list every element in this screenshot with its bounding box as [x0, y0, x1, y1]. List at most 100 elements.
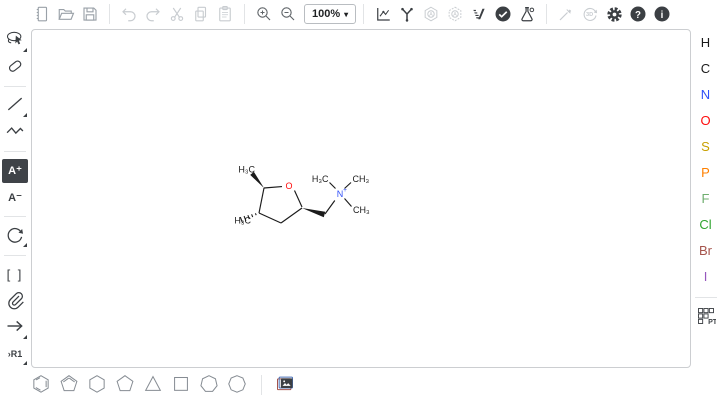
wedge-bond-right[interactable]	[302, 208, 325, 217]
dearomatize-button[interactable]: A	[443, 1, 467, 27]
benzene-template-icon	[30, 372, 52, 397]
atom-label-methyl-1[interactable]: H₃C	[238, 165, 255, 175]
element-h-label: H	[701, 35, 710, 50]
template-benzene-button[interactable]	[28, 372, 54, 398]
zoom-group: 100% ▾	[252, 1, 356, 27]
atom-label-methyl-3[interactable]: H₃C	[312, 174, 329, 184]
toolbar-separator	[363, 4, 364, 24]
chemistry-group: A A	[371, 1, 539, 27]
sgroup-button[interactable]: [ ]	[2, 263, 28, 287]
clean-up-icon	[398, 5, 416, 23]
template-cyclobutane-button[interactable]	[168, 372, 194, 398]
reaction-arrow-icon	[5, 316, 25, 339]
settings-button[interactable]	[602, 1, 626, 27]
molecule[interactable]: H₃C H₃C O N + H₃C CH₃ CH₃	[217, 150, 392, 235]
paste-clipboard-icon	[216, 5, 234, 23]
attachment-point-button[interactable]	[2, 290, 28, 314]
canvas[interactable]: H₃C H₃C O N + H₃C CH₃ CH₃	[31, 29, 691, 368]
layout-icon	[374, 5, 392, 23]
element-cl-label: Cl	[699, 217, 711, 232]
clean-up-button[interactable]	[395, 1, 419, 27]
bond-c5-o[interactable]	[264, 187, 282, 188]
ketcher-app: 100% ▾ A A	[0, 0, 720, 400]
element-br-button[interactable]: Br	[693, 237, 719, 263]
toolbar-separator	[4, 216, 26, 217]
element-c-label: C	[701, 61, 710, 76]
element-h-button[interactable]: H	[693, 29, 719, 55]
miew-3d-button[interactable]: 3D	[578, 1, 602, 27]
element-n-button[interactable]: N	[693, 81, 719, 107]
about-button[interactable]: i	[650, 1, 674, 27]
redo-icon	[144, 5, 162, 23]
chain-button[interactable]	[2, 121, 28, 145]
check-structure-button[interactable]	[491, 1, 515, 27]
element-c-button[interactable]: C	[693, 55, 719, 81]
analyse-structure-button[interactable]	[515, 1, 539, 27]
template-cyclooctane-button[interactable]	[224, 372, 250, 398]
paste-button[interactable]	[213, 1, 237, 27]
cyclopentadiene-template-icon	[58, 372, 80, 397]
template-cyclopropane-button[interactable]	[140, 372, 166, 398]
charge-plus-button[interactable]: A⁺	[2, 159, 28, 183]
zoom-level-select[interactable]: 100% ▾	[304, 4, 356, 24]
copy-button[interactable]	[189, 1, 213, 27]
template-cyclopentane-button[interactable]	[112, 372, 138, 398]
erase-button[interactable]	[2, 56, 28, 80]
bond-c3-c4[interactable]	[259, 213, 281, 223]
bond-o-c2[interactable]	[295, 191, 303, 208]
aromatize-button[interactable]: A	[419, 1, 443, 27]
rotate-icon	[4, 224, 26, 249]
element-o-button[interactable]: O	[693, 107, 719, 133]
stereo-cip-button[interactable]	[467, 1, 491, 27]
cyclobutane-template-icon	[170, 372, 192, 397]
lasso-select-button[interactable]	[2, 29, 28, 53]
toolbar-separator	[546, 4, 547, 24]
molecule-atom-labels[interactable]: H₃C H₃C O N + H₃C CH₃ CH₃	[234, 165, 370, 226]
element-cl-button[interactable]: Cl	[693, 211, 719, 237]
periodic-table-button[interactable]: PT	[693, 305, 719, 329]
undo-button[interactable]	[117, 1, 141, 27]
atom-label-methyl-4[interactable]: CH₃	[353, 174, 370, 184]
element-p-button[interactable]: P	[693, 159, 719, 185]
template-cyclopentadiene-button[interactable]	[56, 372, 82, 398]
bond-n-ch3-lr[interactable]	[345, 199, 352, 207]
dearomatize-icon: A	[446, 5, 464, 23]
template-library-icon	[275, 373, 295, 396]
cut-button[interactable]	[165, 1, 189, 27]
info-icon: i	[653, 5, 671, 23]
layout-button[interactable]	[371, 1, 395, 27]
element-i-button[interactable]: I	[693, 263, 719, 289]
single-bond-button[interactable]	[2, 94, 28, 118]
open-folder-icon	[57, 5, 75, 23]
zoom-in-button[interactable]	[252, 1, 276, 27]
chevron-down-icon: ▾	[344, 10, 348, 19]
atom-label-methyl-2[interactable]: H₃C	[234, 216, 251, 226]
help-button[interactable]: ?	[626, 1, 650, 27]
template-cyclohexane-button[interactable]	[84, 372, 110, 398]
template-cycloheptane-button[interactable]	[196, 372, 222, 398]
left-toolbar: A⁺ A⁻ [ ] ›R1	[0, 29, 30, 369]
redo-button[interactable]	[141, 1, 165, 27]
toolbar-separator	[4, 151, 26, 152]
save-button[interactable]	[78, 1, 102, 27]
bond-ch2-n[interactable]	[325, 201, 335, 215]
atom-label-oxygen[interactable]: O	[285, 181, 292, 191]
svg-text:i: i	[661, 10, 664, 21]
open-button[interactable]	[54, 1, 78, 27]
recognize-button[interactable]	[554, 1, 578, 27]
charge-minus-button[interactable]: A⁻	[2, 186, 28, 210]
template-library-button[interactable]	[271, 372, 299, 398]
rgroup-button[interactable]: ›R1	[2, 343, 28, 367]
transform-rotate-button[interactable]	[2, 224, 28, 248]
reaction-arrow-button[interactable]	[2, 316, 28, 340]
molecule-bonds[interactable]	[240, 172, 351, 223]
bond-c4-c5[interactable]	[259, 188, 264, 213]
new-document-button[interactable]	[30, 1, 54, 27]
zoom-out-button[interactable]	[276, 1, 300, 27]
element-f-button[interactable]: F	[693, 185, 719, 211]
bond-c2-c3[interactable]	[281, 208, 302, 223]
element-s-button[interactable]: S	[693, 133, 719, 159]
atom-label-methyl-5[interactable]: CH₃	[353, 205, 370, 215]
bond-n-ch3-ul[interactable]	[330, 183, 336, 189]
element-toolbar: H C N O S P F Cl Br I PT	[691, 29, 720, 369]
